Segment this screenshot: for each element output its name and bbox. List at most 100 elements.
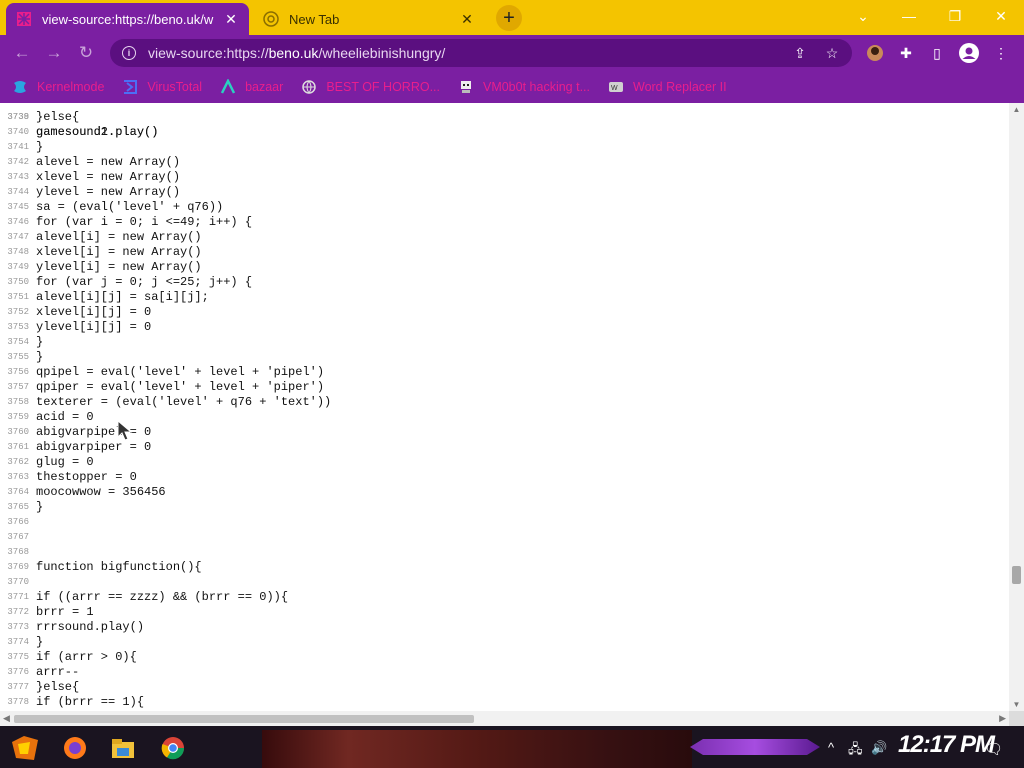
line-code: if (arrr > 0){ <box>36 650 137 664</box>
line-code: function bigfunction(){ <box>36 560 202 574</box>
mouse-cursor-icon <box>117 419 133 447</box>
profile-extension-icon[interactable] <box>864 42 886 64</box>
close-window-button[interactable]: ✕ <box>978 0 1024 32</box>
scroll-right-arrow-icon[interactable]: ▶ <box>999 713 1006 724</box>
bookmark-best-of-horror[interactable]: BEST OF HORRO... <box>301 79 440 95</box>
volume-icon[interactable]: 🔊 <box>871 740 887 756</box>
extensions-puzzle-icon[interactable]: ✚ <box>895 42 917 64</box>
taskbar-clock[interactable]: 12:17 PM <box>898 731 995 759</box>
forward-button[interactable]: → <box>42 41 66 65</box>
line-number: 3769 <box>7 562 29 572</box>
view-source-content[interactable]: 3738 gamesound1.play() 3739}else{3740 gam… <box>0 103 1009 711</box>
close-tab-icon[interactable]: ✕ <box>223 11 239 28</box>
line-code: thestopper = 0 <box>36 470 137 484</box>
source-line: 3769 function bigfunction(){ <box>0 560 1009 575</box>
line-code: ylevel[i] = new Array() <box>36 260 202 274</box>
line-code: if ((arrr == zzzz) && (brrr == 0)){ <box>36 590 289 604</box>
start-button-icon[interactable] <box>10 734 38 760</box>
side-panel-icon[interactable]: ▯ <box>926 42 948 64</box>
source-line: 3773 rrrsound.play() <box>0 620 1009 635</box>
bookmark-bazaar[interactable]: bazaar <box>220 79 283 95</box>
source-line: 3774} <box>0 635 1009 650</box>
source-line: 3762 glug = 0 <box>0 455 1009 470</box>
bookmark-star-icon[interactable]: ☆ <box>822 43 842 63</box>
source-line: 3761 abigvarpiper = 0 <box>0 440 1009 455</box>
line-number: 3744 <box>7 187 29 197</box>
minimize-button[interactable]: — <box>886 0 932 32</box>
line-code: qpipel = eval('level' + level + 'pipel') <box>36 365 325 379</box>
bookmark-label: Kernelmode <box>37 80 105 94</box>
source-line: 3764 moocowwow = 356456 <box>0 485 1009 500</box>
back-button[interactable]: ← <box>10 41 34 65</box>
line-number: 3761 <box>7 442 29 452</box>
source-line: 3740 gamesound2.play() <box>0 125 1009 140</box>
source-line: 3745 sa = (eval('level' + q76)) <box>0 200 1009 215</box>
source-line: 3751 alevel[i][j] = sa[i][j]; <box>0 290 1009 305</box>
menu-kebab-icon[interactable]: ⋮ <box>990 42 1012 64</box>
restore-button[interactable]: ❐ <box>932 0 978 32</box>
line-number: 3757 <box>7 382 29 392</box>
source-line: 3766 <box>0 515 1009 530</box>
bookmark-label: VirusTotal <box>147 80 203 94</box>
firefox-icon[interactable] <box>62 735 88 761</box>
line-code: moocowwow = 356456 <box>36 485 166 499</box>
line-number: 3765 <box>7 502 29 512</box>
account-avatar-icon[interactable] <box>958 42 980 64</box>
site-info-icon[interactable]: i <box>122 46 136 60</box>
line-code: rrrsound.play() <box>36 620 145 634</box>
line-number: 3763 <box>7 472 29 482</box>
line-code: for (var i = 0; i <=49; i++) { <box>36 215 253 229</box>
horizontal-scrollbar[interactable]: ◀ ▶ <box>0 711 1009 726</box>
source-line: 3746 for (var i = 0; i <=49; i++) { <box>0 215 1009 230</box>
line-code: qpiper = eval('level' + level + 'piper') <box>36 380 325 394</box>
line-code: xlevel[i][j] = 0 <box>36 305 152 319</box>
line-number: 3776 <box>7 667 29 677</box>
line-number: 3764 <box>7 487 29 497</box>
line-code: } <box>36 335 44 349</box>
vertical-scroll-thumb[interactable] <box>1012 566 1021 584</box>
scroll-down-arrow-icon[interactable]: ▼ <box>1012 700 1021 709</box>
bookmark-vm0b0t[interactable]: VM0b0t hacking t... <box>458 79 590 95</box>
line-number: 3773 <box>7 622 29 632</box>
bookmark-virustotal[interactable]: VirusTotal <box>122 79 202 95</box>
address-bar[interactable]: i view-source:https://beno.uk/wheeliebin… <box>110 39 852 67</box>
horizontal-scroll-thumb[interactable] <box>14 715 474 723</box>
tray-overflow-icon[interactable]: ^ <box>828 740 834 755</box>
scroll-up-arrow-icon[interactable]: ▲ <box>1012 105 1021 114</box>
tab-view-source[interactable]: view-source:https://beno.uk/w ✕ <box>6 3 249 35</box>
source-line: 3771 if ((arrr == zzzz) && (brrr == 0)){ <box>0 590 1009 605</box>
reload-button[interactable]: ↻ <box>74 41 98 65</box>
source-line: 3744 ylevel = new Array() <box>0 185 1009 200</box>
line-code: texterer = (eval('level' + q76 + 'text')… <box>36 395 332 409</box>
close-tab-icon[interactable]: ✕ <box>459 11 475 28</box>
line-number: 3750 <box>7 277 29 287</box>
bookmark-label: BEST OF HORRO... <box>326 80 440 94</box>
line-number: 3753 <box>7 322 29 332</box>
source-line: 3778 if (brrr == 1){ <box>0 695 1009 710</box>
network-icon[interactable]: 🖧 <box>848 740 863 762</box>
source-line: 3776 arrr-- <box>0 665 1009 680</box>
virustotal-icon <box>122 79 138 95</box>
browser-toolbar: ← → ↻ i view-source:https://beno.uk/whee… <box>0 35 1024 71</box>
tab-title: New Tab <box>289 11 340 27</box>
bookmark-word-replacer[interactable]: W Word Replacer II <box>608 79 727 95</box>
line-number: 3751 <box>7 292 29 302</box>
line-code: }else{ <box>36 680 80 694</box>
chrome-taskbar-icon[interactable] <box>160 735 186 761</box>
tab-new-tab[interactable]: New Tab ✕ <box>253 3 485 35</box>
file-explorer-icon[interactable] <box>110 736 136 762</box>
line-number: 3754 <box>7 337 29 347</box>
share-icon[interactable]: ⇪ <box>790 43 810 63</box>
tab-search-icon[interactable]: ⌄ <box>840 0 886 32</box>
line-code: sa = (eval('level' + q76)) <box>36 200 224 214</box>
line-number: 3777 <box>7 682 29 692</box>
page-favicon-icon <box>17 12 31 26</box>
new-tab-button[interactable]: + <box>496 5 522 31</box>
line-number: 3743 <box>7 172 29 182</box>
scroll-left-arrow-icon[interactable]: ◀ <box>3 713 10 724</box>
notifications-icon[interactable]: 🗨 <box>984 740 1003 758</box>
line-number: 3755 <box>7 352 29 362</box>
bookmark-kernelmode[interactable]: Kernelmode <box>12 79 104 95</box>
vertical-scrollbar[interactable]: ▲ ▼ <box>1009 103 1024 711</box>
source-line: 3743 xlevel = new Array() <box>0 170 1009 185</box>
